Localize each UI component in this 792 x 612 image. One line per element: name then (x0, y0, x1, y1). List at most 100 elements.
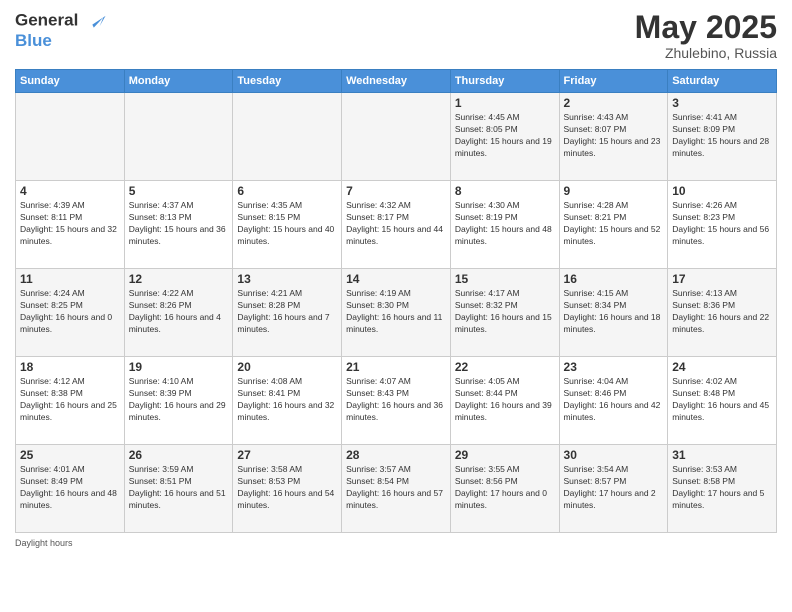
calendar-cell: 31 Sunrise: 3:53 AMSunset: 8:58 PMDayligh… (668, 445, 777, 533)
day-number: 17 (672, 272, 772, 286)
day-number: 26 (129, 448, 229, 462)
calendar-cell: 15 Sunrise: 4:17 AMSunset: 8:32 PMDayligh… (450, 269, 559, 357)
day-info: Sunrise: 4:41 AMSunset: 8:09 PMDaylight:… (672, 112, 772, 160)
day-info: Sunrise: 3:53 AMSunset: 8:58 PMDaylight:… (672, 464, 772, 512)
calendar-cell: 28 Sunrise: 3:57 AMSunset: 8:54 PMDayligh… (342, 445, 451, 533)
calendar-week-4: 18 Sunrise: 4:12 AMSunset: 8:38 PMDayligh… (16, 357, 777, 445)
calendar-cell: 8 Sunrise: 4:30 AMSunset: 8:19 PMDaylight… (450, 181, 559, 269)
day-info: Sunrise: 3:58 AMSunset: 8:53 PMDaylight:… (237, 464, 337, 512)
calendar-cell: 3 Sunrise: 4:41 AMSunset: 8:09 PMDaylight… (668, 93, 777, 181)
calendar-cell: 22Sunrise: 4:05 AMSunset: 8:44 PMDayligh… (450, 357, 559, 445)
footer-label: Daylight hours (15, 538, 73, 548)
day-info: Sunrise: 4:02 AMSunset: 8:48 PMDaylight:… (672, 376, 772, 424)
day-number: 25 (20, 448, 120, 462)
calendar-cell: 26 Sunrise: 3:59 AMSunset: 8:51 PMDayligh… (124, 445, 233, 533)
calendar-week-5: 25Sunrise: 4:01 AMSunset: 8:49 PMDayligh… (16, 445, 777, 533)
day-info: Sunrise: 3:57 AMSunset: 8:54 PMDaylight:… (346, 464, 446, 512)
day-number: 7 (346, 184, 446, 198)
calendar-week-1: 1 Sunrise: 4:45 AMSunset: 8:05 PMDaylight… (16, 93, 777, 181)
calendar-cell: 23 Sunrise: 4:04 AMSunset: 8:46 PMDayligh… (559, 357, 668, 445)
day-number: 27 (237, 448, 337, 462)
col-monday: Monday (124, 70, 233, 93)
calendar-cell (16, 93, 125, 181)
calendar-cell: 7 Sunrise: 4:32 AMSunset: 8:17 PMDaylight… (342, 181, 451, 269)
day-number: 20 (237, 360, 337, 374)
logo-line2: Blue (15, 32, 107, 51)
col-saturday: Saturday (668, 70, 777, 93)
day-info: Sunrise: 4:19 AMSunset: 8:30 PMDaylight:… (346, 288, 446, 336)
calendar-cell: 29Sunrise: 3:55 AMSunset: 8:56 PMDayligh… (450, 445, 559, 533)
day-number: 3 (672, 96, 772, 110)
calendar-cell (233, 93, 342, 181)
day-number: 14 (346, 272, 446, 286)
calendar-week-3: 11Sunrise: 4:24 AMSunset: 8:25 PMDayligh… (16, 269, 777, 357)
day-number: 18 (20, 360, 120, 374)
day-number: 16 (564, 272, 664, 286)
logo-line1: General (15, 10, 78, 29)
footer: Daylight hours (15, 538, 777, 548)
day-number: 31 (672, 448, 772, 462)
day-number: 19 (129, 360, 229, 374)
day-number: 12 (129, 272, 229, 286)
day-info: Sunrise: 4:15 AMSunset: 8:34 PMDaylight:… (564, 288, 664, 336)
day-info: Sunrise: 4:37 AMSunset: 8:13 PMDaylight:… (129, 200, 229, 248)
calendar-cell: 6 Sunrise: 4:35 AMSunset: 8:15 PMDaylight… (233, 181, 342, 269)
calendar-cell: 19Sunrise: 4:10 AMSunset: 8:39 PMDayligh… (124, 357, 233, 445)
day-number: 21 (346, 360, 446, 374)
calendar-cell: 14 Sunrise: 4:19 AMSunset: 8:30 PMDayligh… (342, 269, 451, 357)
header-row: Sunday Monday Tuesday Wednesday Thursday… (16, 70, 777, 93)
day-info: Sunrise: 4:08 AMSunset: 8:41 PMDaylight:… (237, 376, 337, 424)
day-number: 6 (237, 184, 337, 198)
day-number: 15 (455, 272, 555, 286)
calendar-cell (342, 93, 451, 181)
day-info: Sunrise: 4:39 AMSunset: 8:11 PMDaylight:… (20, 200, 120, 248)
calendar-cell: 16 Sunrise: 4:15 AMSunset: 8:34 PMDayligh… (559, 269, 668, 357)
calendar-cell: 27 Sunrise: 3:58 AMSunset: 8:53 PMDayligh… (233, 445, 342, 533)
calendar-cell: 20 Sunrise: 4:08 AMSunset: 8:41 PMDayligh… (233, 357, 342, 445)
day-info: Sunrise: 3:55 AMSunset: 8:56 PMDaylight:… (455, 464, 555, 512)
day-number: 4 (20, 184, 120, 198)
day-info: Sunrise: 4:32 AMSunset: 8:17 PMDaylight:… (346, 200, 446, 248)
day-number: 2 (564, 96, 664, 110)
day-info: Sunrise: 4:04 AMSunset: 8:46 PMDaylight:… (564, 376, 664, 424)
day-info: Sunrise: 4:05 AMSunset: 8:44 PMDaylight:… (455, 376, 555, 424)
day-info: Sunrise: 3:54 AMSunset: 8:57 PMDaylight:… (564, 464, 664, 512)
col-friday: Friday (559, 70, 668, 93)
day-number: 28 (346, 448, 446, 462)
day-info: Sunrise: 4:12 AMSunset: 8:38 PMDaylight:… (20, 376, 120, 424)
day-number: 30 (564, 448, 664, 462)
calendar-cell: 5 Sunrise: 4:37 AMSunset: 8:13 PMDaylight… (124, 181, 233, 269)
calendar-cell: 4 Sunrise: 4:39 AMSunset: 8:11 PMDaylight… (16, 181, 125, 269)
calendar-table: Sunday Monday Tuesday Wednesday Thursday… (15, 69, 777, 533)
location: Zhulebino, Russia (635, 45, 777, 61)
day-info: Sunrise: 3:59 AMSunset: 8:51 PMDaylight:… (129, 464, 229, 512)
calendar-cell: 10Sunrise: 4:26 AMSunset: 8:23 PMDayligh… (668, 181, 777, 269)
day-info: Sunrise: 4:43 AMSunset: 8:07 PMDaylight:… (564, 112, 664, 160)
calendar-cell: 24 Sunrise: 4:02 AMSunset: 8:48 PMDayligh… (668, 357, 777, 445)
day-number: 5 (129, 184, 229, 198)
day-number: 11 (20, 272, 120, 286)
title-block: May 2025 Zhulebino, Russia (635, 10, 777, 61)
calendar-page: General Blue May 2025 Zhulebino, Russia … (0, 0, 792, 612)
calendar-cell: 9Sunrise: 4:28 AMSunset: 8:21 PMDaylight… (559, 181, 668, 269)
month-title: May 2025 (635, 10, 777, 45)
day-number: 24 (672, 360, 772, 374)
col-wednesday: Wednesday (342, 70, 451, 93)
day-number: 8 (455, 184, 555, 198)
day-info: Sunrise: 4:45 AMSunset: 8:05 PMDaylight:… (455, 112, 555, 160)
day-number: 23 (564, 360, 664, 374)
day-number: 13 (237, 272, 337, 286)
day-info: Sunrise: 4:21 AMSunset: 8:28 PMDaylight:… (237, 288, 337, 336)
day-info: Sunrise: 4:35 AMSunset: 8:15 PMDaylight:… (237, 200, 337, 248)
calendar-cell: 21 Sunrise: 4:07 AMSunset: 8:43 PMDayligh… (342, 357, 451, 445)
day-info: Sunrise: 4:30 AMSunset: 8:19 PMDaylight:… (455, 200, 555, 248)
header: General Blue May 2025 Zhulebino, Russia (15, 10, 777, 61)
day-info: Sunrise: 4:07 AMSunset: 8:43 PMDaylight:… (346, 376, 446, 424)
col-sunday: Sunday (16, 70, 125, 93)
calendar-cell: 2 Sunrise: 4:43 AMSunset: 8:07 PMDaylight… (559, 93, 668, 181)
day-number: 1 (455, 96, 555, 110)
day-info: Sunrise: 4:17 AMSunset: 8:32 PMDaylight:… (455, 288, 555, 336)
calendar-cell: 11Sunrise: 4:24 AMSunset: 8:25 PMDayligh… (16, 269, 125, 357)
calendar-cell: 25Sunrise: 4:01 AMSunset: 8:49 PMDayligh… (16, 445, 125, 533)
calendar-cell: 12Sunrise: 4:22 AMSunset: 8:26 PMDayligh… (124, 269, 233, 357)
